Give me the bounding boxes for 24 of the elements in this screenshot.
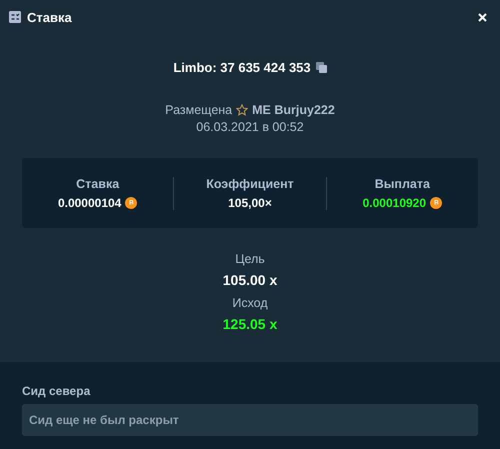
stat-value: 0.00000104 xyxy=(58,196,122,210)
result-value: 125.05 x xyxy=(222,316,278,332)
copy-button[interactable] xyxy=(316,62,327,73)
copy-icon xyxy=(316,62,327,73)
stat-value: 105,00× xyxy=(228,196,272,210)
stat-label: Выплата xyxy=(374,176,430,190)
bet-date: 06.03.2021 в 00:52 xyxy=(196,120,304,134)
stat-label: Коэффициент xyxy=(206,176,294,190)
ticket-icon xyxy=(9,11,21,23)
result-label: Цель xyxy=(235,252,265,266)
stat-value: 0.00010920 xyxy=(362,196,426,210)
user-link[interactable]: ME Burjuy222 xyxy=(252,103,335,117)
result-label: Исход xyxy=(232,296,268,310)
window-title: Ставка xyxy=(27,10,72,24)
server-seed-field[interactable]: Сид еще не был раскрыт xyxy=(22,404,478,436)
field-label: Сид севера xyxy=(22,384,92,398)
bet-title: Limbo: 37 635 424 353 xyxy=(173,60,311,75)
star-icon xyxy=(236,104,248,116)
stat-label: Ставка xyxy=(76,176,120,190)
bitcoin-icon xyxy=(430,196,442,208)
placed-label: Размещена xyxy=(165,103,232,117)
bitcoin-icon xyxy=(125,196,138,208)
close-icon xyxy=(478,12,487,22)
result-value: 105.00 x xyxy=(222,272,278,288)
